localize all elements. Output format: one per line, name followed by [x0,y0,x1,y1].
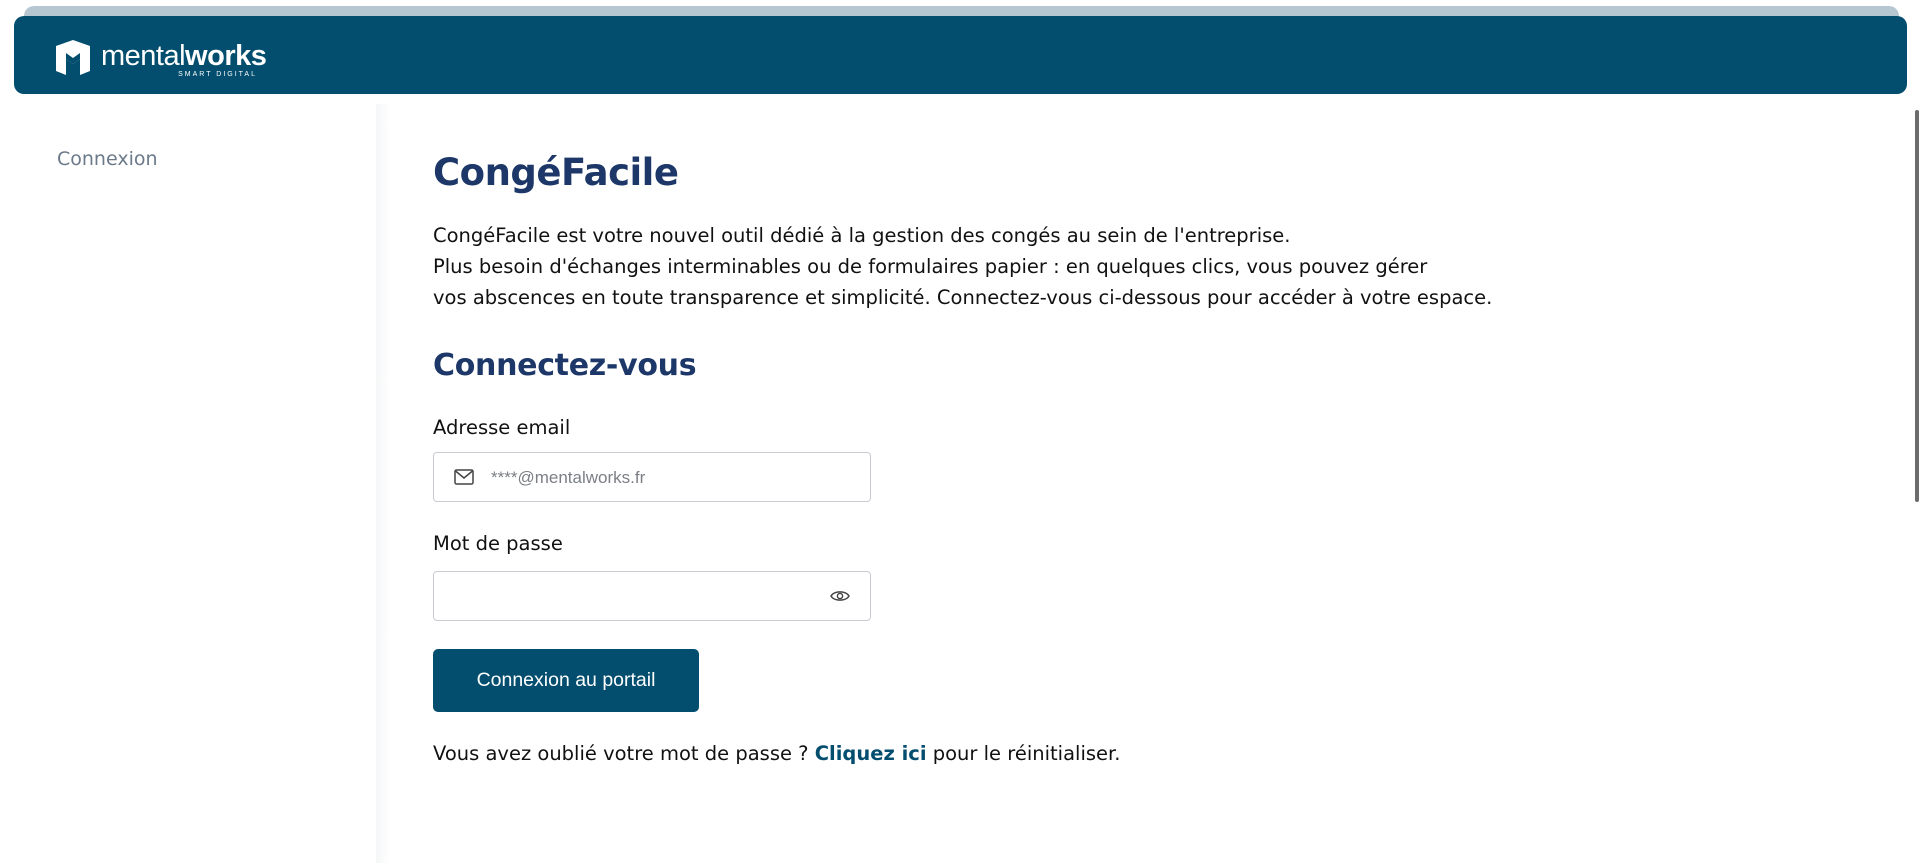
logo-word-light: mental [101,40,186,72]
intro-line: Plus besoin d'échanges interminables ou … [433,255,1428,278]
email-field[interactable] [433,452,871,502]
login-title: Connectez-vous [433,348,697,383]
logo-text: mentalworks SMART DIGITAL [101,37,267,79]
intro-line: vos abscences en toute transparence et s… [433,286,1493,309]
mail-icon [454,469,474,485]
email-label: Adresse email [433,416,571,439]
intro-text: CongéFacile est votre nouvel outil dédié… [433,220,1833,313]
intro-line: CongéFacile est votre nouvel outil dédié… [433,224,1291,247]
eye-icon[interactable] [830,588,850,604]
email-input[interactable] [489,465,853,491]
page-title: CongéFacile [433,151,679,194]
forgot-password-text: Vous avez oublié votre mot de passe ? Cl… [433,742,1120,765]
main-content: CongéFacile CongéFacile est votre nouvel… [433,150,1833,765]
mentalworks-logo[interactable]: mentalworks SMART DIGITAL [52,37,267,79]
reset-password-link[interactable]: Cliquez ici [815,742,927,765]
forgot-prefix: Vous avez oublié votre mot de passe ? [433,742,815,765]
mentalworks-logo-icon [56,40,90,75]
sidebar [0,104,376,863]
page-scrollbar[interactable] [1915,110,1919,502]
password-label: Mot de passe [433,532,563,555]
password-field[interactable] [433,571,871,621]
forgot-suffix: pour le réinitialiser. [926,742,1121,765]
sidebar-item-connexion[interactable]: Connexion [57,148,158,170]
top-header: mentalworks SMART DIGITAL [14,16,1907,94]
logo-wordmark: mentalworks [101,40,267,72]
logo-tagline: SMART DIGITAL [178,71,257,78]
password-input[interactable] [450,584,824,610]
login-submit-button[interactable]: Connexion au portail [433,649,699,712]
sidebar-divider [376,104,390,863]
logo-word-bold: works [185,40,267,72]
